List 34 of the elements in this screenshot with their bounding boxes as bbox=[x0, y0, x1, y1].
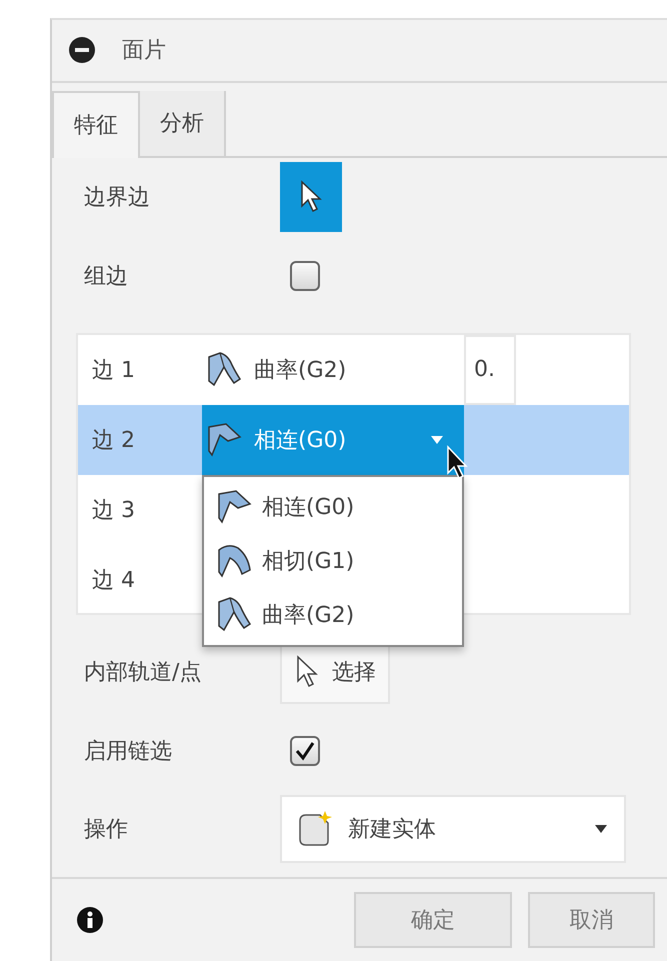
field-label: 内部轨道/点 bbox=[84, 659, 202, 688]
field-label: 组边 bbox=[84, 262, 129, 291]
tab[interactable]: 分析 bbox=[140, 90, 226, 156]
dropdown-option[interactable]: 相连(G0) bbox=[204, 480, 462, 534]
tab[interactable]: 特征 bbox=[52, 90, 140, 158]
dropdown-value: 相连(G0) bbox=[254, 426, 346, 455]
surface-icon bbox=[216, 596, 254, 634]
edge-row[interactable]: 边 1 曲率(G2) 0. bbox=[78, 334, 629, 405]
operation-dropdown[interactable]: 新建实体 bbox=[280, 795, 626, 864]
surface-icon bbox=[206, 420, 244, 459]
dialog-button[interactable]: 确定 bbox=[354, 892, 512, 948]
surface-icon bbox=[206, 350, 244, 389]
dropdown-value: 曲率(G2) bbox=[254, 356, 346, 385]
value-field[interactable]: 0. bbox=[464, 334, 516, 405]
panel-title: 面片 bbox=[122, 37, 166, 66]
caret-icon bbox=[430, 434, 444, 445]
field-label: 启用链选 bbox=[84, 738, 173, 766]
pointer-icon bbox=[299, 180, 323, 214]
checkbox[interactable] bbox=[290, 736, 320, 766]
caret-icon bbox=[594, 824, 608, 834]
edge-label: 边 2 bbox=[91, 426, 136, 455]
info-icon bbox=[76, 906, 104, 934]
surface-icon bbox=[216, 488, 254, 526]
edge-label: 边 1 bbox=[91, 356, 136, 385]
dialog-button[interactable]: 取消 bbox=[528, 892, 655, 948]
field-label: 边界边 bbox=[84, 184, 151, 212]
select-button[interactable] bbox=[280, 162, 342, 232]
dropdown-value: 新建实体 bbox=[348, 816, 436, 844]
field-label: 操作 bbox=[84, 816, 129, 844]
dropdown-option[interactable]: 相切(G1) bbox=[204, 534, 462, 588]
dropdown-option[interactable]: 曲率(G2) bbox=[204, 588, 462, 642]
continuity-dropdown[interactable]: 曲率(G2) bbox=[202, 334, 464, 405]
collapse-icon bbox=[68, 36, 96, 64]
checkbox[interactable] bbox=[290, 260, 320, 291]
